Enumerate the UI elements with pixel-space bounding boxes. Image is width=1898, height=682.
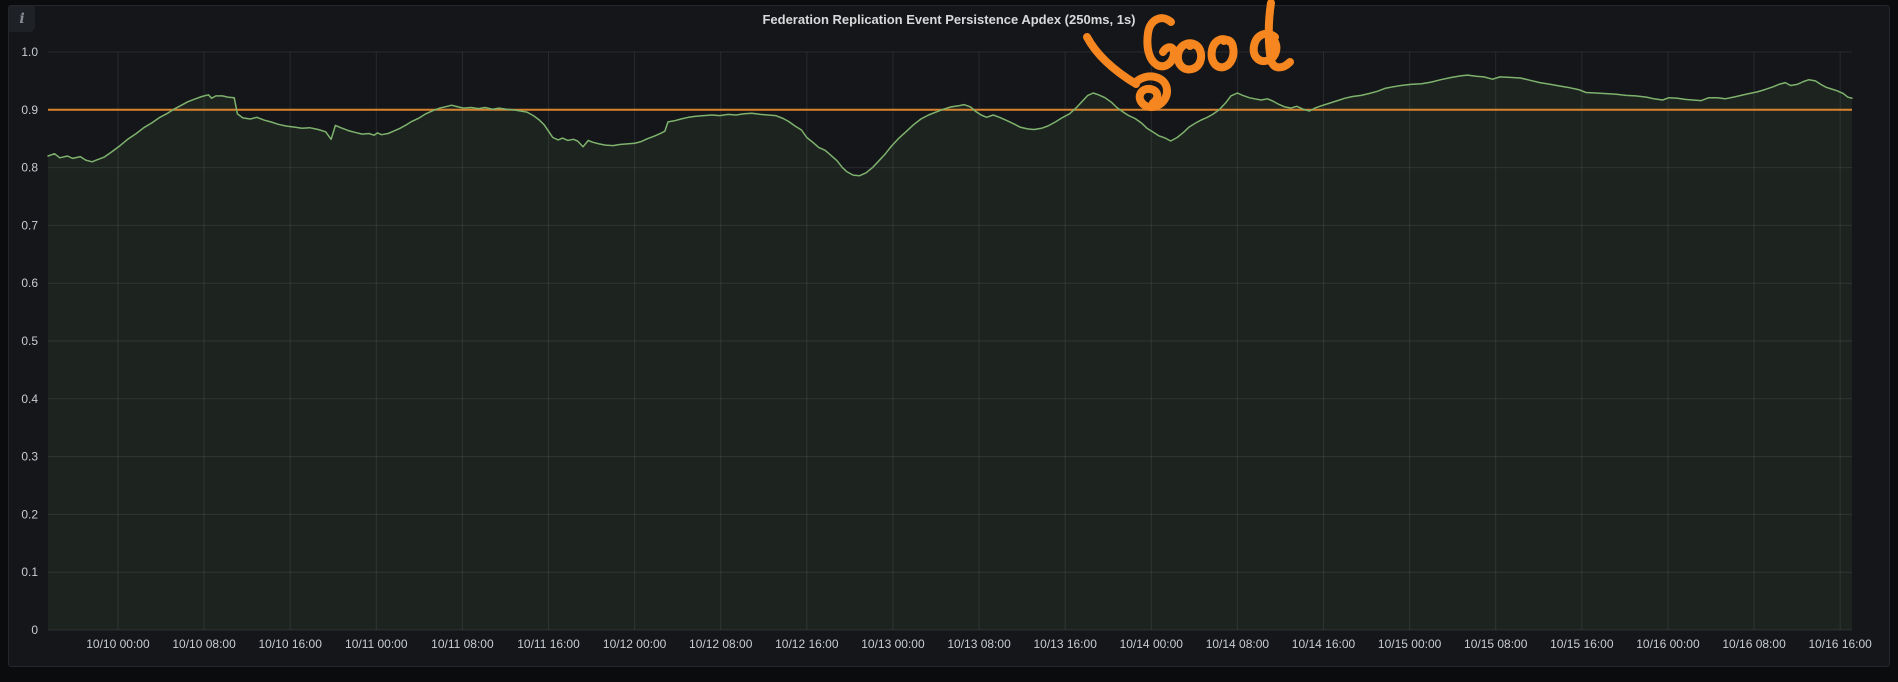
annotation-letter-o2 <box>1212 39 1234 67</box>
annotation-arrow-shaft <box>1087 37 1136 84</box>
good-annotation <box>0 0 1898 682</box>
annotation-letter-g <box>1147 18 1174 66</box>
grafana-dashboard-page: i Federation Replication Event Persisten… <box>0 0 1898 682</box>
annotation-letter-d-stem <box>1269 3 1290 67</box>
annotation-letter-o1 <box>1178 43 1201 69</box>
annotation-arrow-head <box>1136 76 1167 107</box>
